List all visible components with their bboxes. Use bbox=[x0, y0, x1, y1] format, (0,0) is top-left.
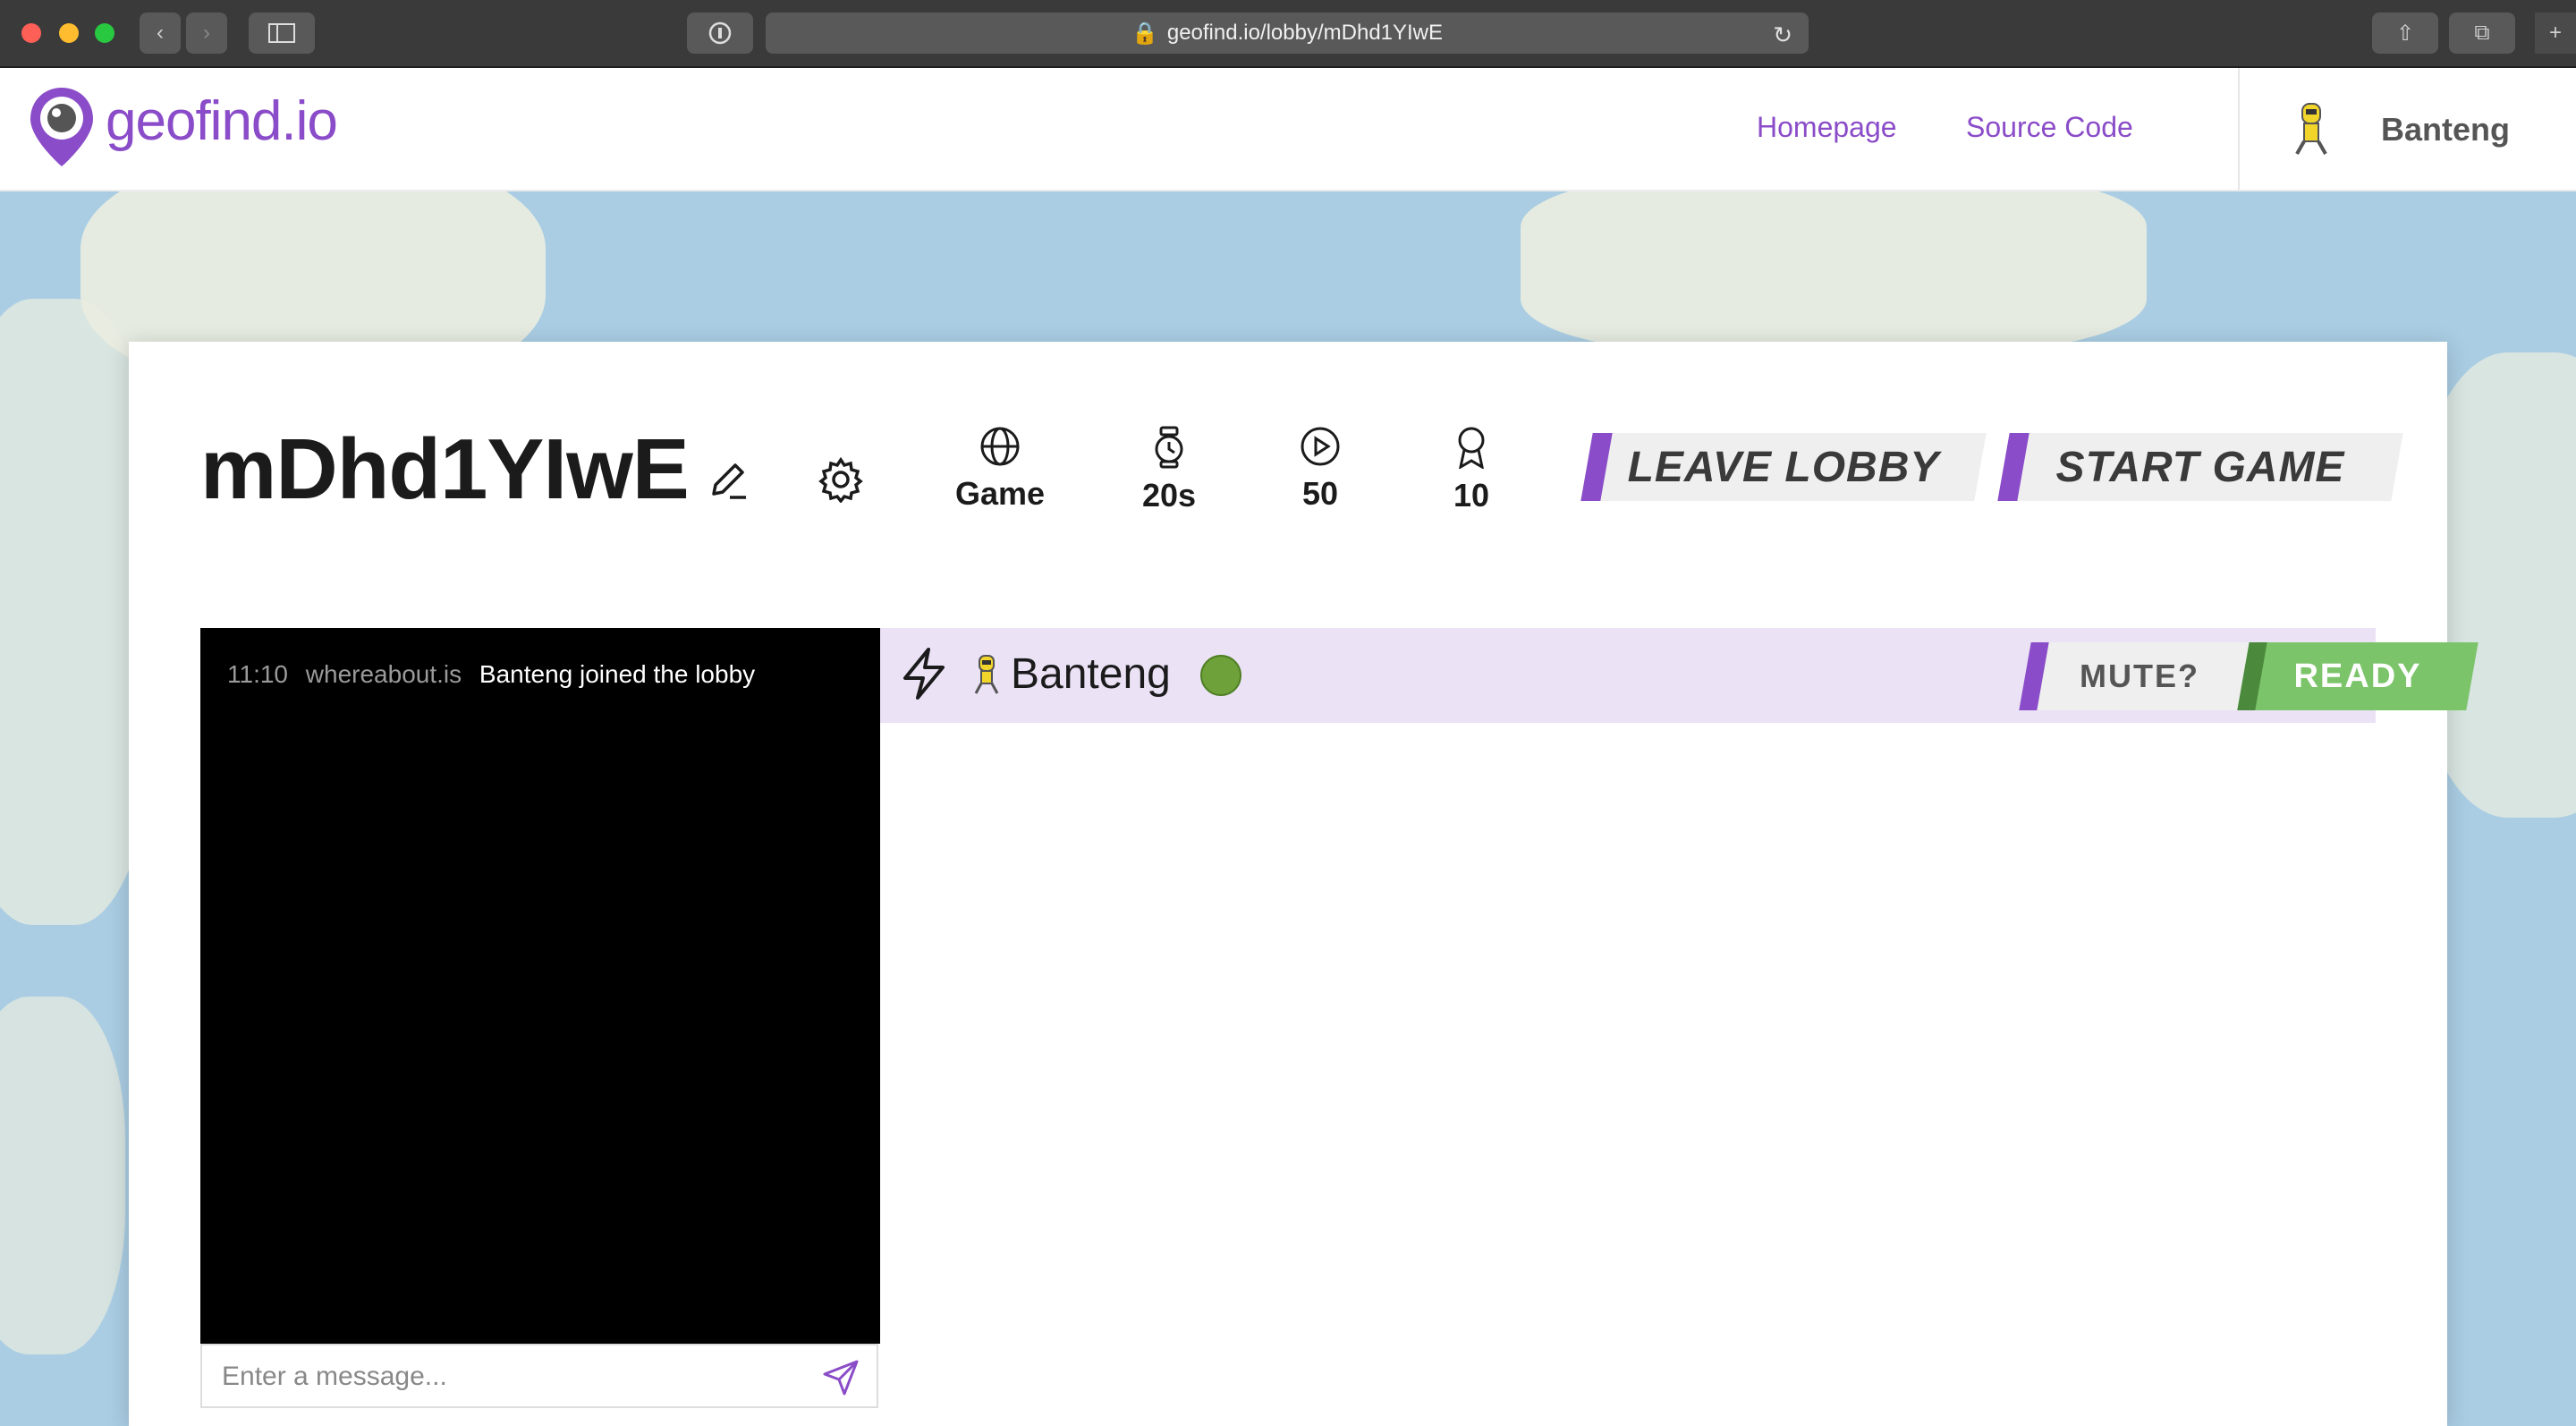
chat-message-input[interactable] bbox=[220, 1345, 796, 1408]
lobby-panel: mDhd1YIwE Game 20s 50 10 LEAVE LOBBY STA… bbox=[129, 342, 2479, 1426]
share-icon[interactable]: ⇧ bbox=[2372, 13, 2438, 54]
start-game-button[interactable]: START GAME bbox=[1997, 433, 2403, 501]
mute-label: MUTE? bbox=[2080, 658, 2199, 694]
forward-icon[interactable]: › bbox=[186, 13, 227, 54]
ready-button[interactable]: READY bbox=[2237, 642, 2479, 710]
user-name[interactable]: Banteng bbox=[2381, 111, 2510, 149]
player-avatar-icon bbox=[971, 653, 1002, 700]
stat-mode-value: Game bbox=[954, 475, 1046, 512]
leave-lobby-button[interactable]: LEAVE LOBBY bbox=[1580, 433, 1987, 501]
site-header: geofind.io Homepage Source Code Banteng bbox=[0, 68, 2576, 191]
browser-toolbar: ‹ › 🔒 geofind.io/lobby/mDhd1YIwE ↻ ⇧ ⧉ + bbox=[0, 0, 2576, 68]
start-game-label: START GAME bbox=[2055, 443, 2345, 491]
address-bar[interactable]: 🔒 geofind.io/lobby/mDhd1YIwE ↻ bbox=[766, 13, 1809, 54]
chat-time: 11:10 bbox=[227, 660, 288, 688]
stat-points: 10 bbox=[1418, 426, 1525, 514]
chat-message: 11:10 whereabout.is Banteng joined the l… bbox=[227, 660, 755, 689]
maximize-window-button[interactable] bbox=[95, 23, 114, 43]
new-tab-icon[interactable]: + bbox=[2535, 13, 2576, 54]
settings-gear-icon[interactable] bbox=[818, 456, 864, 507]
stopwatch-icon bbox=[1115, 426, 1223, 473]
close-window-button[interactable] bbox=[21, 23, 41, 43]
stat-points-value: 10 bbox=[1453, 477, 1490, 514]
tabs-overview-icon[interactable]: ⧉ bbox=[2449, 13, 2515, 54]
leave-lobby-label: LEAVE LOBBY bbox=[1627, 443, 1940, 491]
stat-mode: Game bbox=[946, 426, 1054, 513]
user-avatar-icon[interactable] bbox=[2290, 98, 2333, 162]
reload-icon[interactable]: ↻ bbox=[1773, 21, 1792, 49]
nav-homepage-link[interactable]: Homepage bbox=[1757, 111, 1897, 144]
chat-log[interactable]: 11:10 whereabout.is Banteng joined the l… bbox=[200, 628, 880, 1344]
mute-button[interactable]: MUTE? bbox=[2019, 642, 2260, 710]
globe-icon bbox=[946, 426, 1054, 471]
url-text: geofind.io/lobby/mDhd1YIwE bbox=[1166, 21, 1444, 45]
player-name: Banteng bbox=[1011, 650, 1171, 698]
sidebar-toggle-icon[interactable] bbox=[249, 13, 315, 54]
lobby-code: mDhd1YIwE bbox=[200, 421, 690, 517]
chat-input-box bbox=[200, 1344, 878, 1408]
award-icon bbox=[1418, 426, 1525, 473]
lightning-icon bbox=[898, 646, 950, 706]
chat-text: Banteng joined the lobby bbox=[479, 660, 756, 688]
edit-name-icon[interactable] bbox=[707, 458, 750, 505]
stat-time: 20s bbox=[1115, 426, 1223, 514]
logo-pin-icon[interactable] bbox=[27, 84, 97, 174]
stat-time-value: 20s bbox=[1141, 477, 1197, 514]
back-icon[interactable]: ‹ bbox=[140, 13, 181, 54]
send-icon[interactable] bbox=[821, 1358, 860, 1402]
password-icon[interactable] bbox=[687, 13, 753, 54]
nav-source-code-link[interactable]: Source Code bbox=[1966, 111, 2133, 144]
stat-rounds: 50 bbox=[1267, 426, 1374, 513]
header-divider bbox=[2238, 68, 2240, 190]
chat-sender: whereabout.is bbox=[305, 660, 462, 688]
stat-rounds-value: 50 bbox=[1301, 475, 1339, 512]
play-circle-icon bbox=[1267, 426, 1374, 471]
minimize-window-button[interactable] bbox=[59, 23, 79, 43]
player-row: Banteng MUTE? READY bbox=[880, 628, 2479, 723]
ready-label: READY bbox=[2293, 657, 2422, 695]
player-status-indicator bbox=[1200, 655, 1241, 696]
logo-text[interactable]: geofind.io bbox=[106, 89, 338, 153]
lock-icon: 🔒 bbox=[1131, 21, 1158, 46]
